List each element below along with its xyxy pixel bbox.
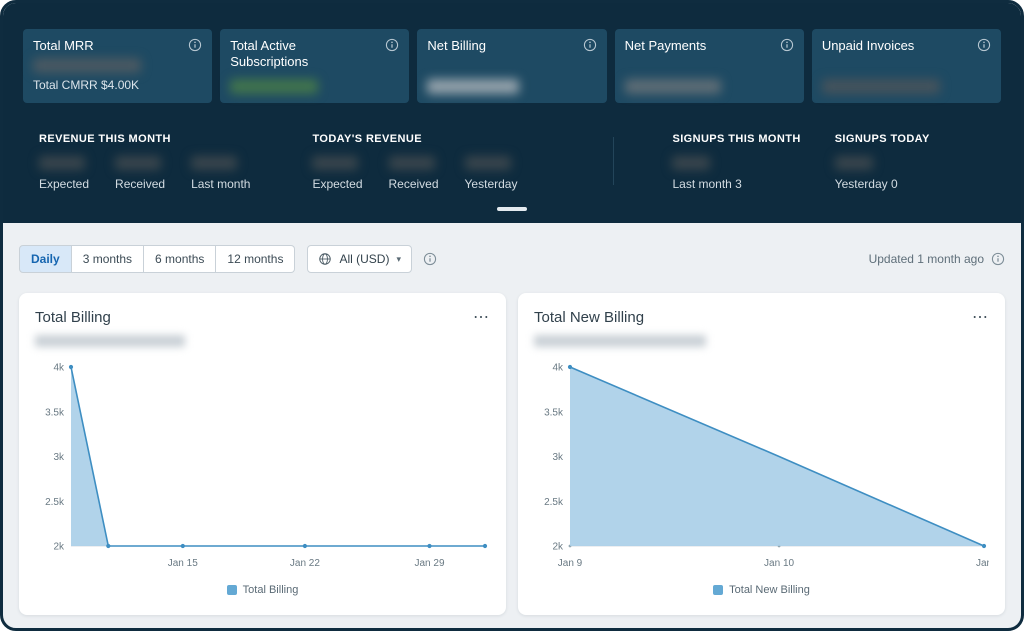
redacted-value [822,79,940,94]
redacted-value [625,79,721,94]
stat-item: Yesterday [465,156,518,191]
main-section: Daily 3 months 6 months 12 months All (U… [3,223,1021,631]
svg-text:3k: 3k [552,452,564,463]
svg-text:Jan 15: Jan 15 [168,558,198,569]
period-12-months-button[interactable]: 12 months [216,245,295,273]
currency-filter-label: All (USD) [339,252,389,266]
redacted-value [672,156,710,170]
currency-icon [318,252,332,266]
redacted-subtitle [534,335,706,347]
card-menu-button[interactable]: ⋯ [972,310,989,326]
total-billing-chart: 2k 2.5k 3k 3.5k 4k Jan 15 Jan 22 Jan 29 [35,357,490,582]
header-stats-row: REVENUE THIS MONTH Expected Received Las… [23,133,1001,191]
stat-item: Received [115,156,165,191]
svg-text:Jan: Jan [976,558,989,569]
dashboard: Total MRR Total CMRR $4.00K Total Active… [0,0,1024,631]
stat-group-signups-this-month: SIGNUPS THIS MONTH Last month 3 [672,133,800,191]
stat-item: Received [389,156,439,191]
kpi-card-net-payments: Net Payments [615,29,804,103]
svg-text:2k: 2k [53,542,65,553]
info-icon[interactable] [991,252,1005,266]
stat-item: Last month [191,156,250,191]
chart-toolbar: Daily 3 months 6 months 12 months All (U… [19,245,1005,273]
total-billing-card: Total Billing ⋯ 2k 2.5k 3k 3.5k 4k Jan 15 Jan … [19,293,506,615]
stat-group-todays-revenue: TODAY'S REVENUE Expected Received Yester… [312,133,517,191]
total-new-billing-chart: 2k 2.5k 3k 3.5k 4k Jan 9 Jan 10 Jan [534,357,989,582]
currency-filter-dropdown[interactable]: All (USD) ▾ [307,245,412,273]
stat-item: Expected [39,156,89,191]
svg-text:Jan 22: Jan 22 [290,558,320,569]
period-daily-button[interactable]: Daily [19,245,72,273]
legend-label: Total Billing [243,584,299,596]
collapse-handle[interactable] [497,207,527,211]
svg-text:Jan 9: Jan 9 [558,558,583,569]
vertical-divider [613,137,614,185]
redacted-value [115,156,161,170]
info-icon[interactable] [977,38,991,52]
legend-swatch [713,585,723,595]
redacted-value [33,58,141,73]
charts-row: Total Billing ⋯ 2k 2.5k 3k 3.5k 4k Jan 15 Jan … [19,293,1005,615]
svg-text:3.5k: 3.5k [544,407,564,418]
redacted-value [191,156,237,170]
chart-legend: Total New Billing [534,584,989,596]
kpi-card-unpaid-invoices: Unpaid Invoices [812,29,1001,103]
legend-label: Total New Billing [729,584,810,596]
redacted-value [835,156,873,170]
kpi-card-active-subscriptions: Total Active Subscriptions [220,29,409,103]
kpi-card-total-mrr: Total MRR Total CMRR $4.00K [23,29,212,103]
svg-text:2.5k: 2.5k [544,497,564,508]
info-icon[interactable] [188,38,202,52]
svg-text:4k: 4k [552,363,564,374]
kpi-title: Net Payments [625,38,707,54]
total-new-billing-card: Total New Billing ⋯ 2k 2.5k 3k 3.5k 4k Jan 9 J… [518,293,1005,615]
redacted-value [427,79,519,94]
period-segmented-control: Daily 3 months 6 months 12 months [19,245,295,273]
kpi-cards-row: Total MRR Total CMRR $4.00K Total Active… [23,29,1001,103]
kpi-title: Unpaid Invoices [822,38,915,54]
card-menu-button[interactable]: ⋯ [473,310,490,326]
redacted-value [389,156,435,170]
redacted-subtitle [35,335,185,347]
kpi-title: Net Billing [427,38,486,54]
info-icon[interactable] [385,38,399,52]
svg-text:3k: 3k [53,452,65,463]
redacted-value [230,79,318,94]
svg-text:3.5k: 3.5k [45,407,65,418]
redacted-value [312,156,358,170]
chart-legend: Total Billing [35,584,490,596]
period-3-months-button[interactable]: 3 months [72,245,144,273]
stat-item: Last month 3 [672,156,741,191]
svg-text:2k: 2k [552,542,564,553]
updated-text: Updated 1 month ago [869,252,984,266]
stat-item: Expected [312,156,362,191]
info-icon[interactable] [583,38,597,52]
group-label: TODAY'S REVENUE [312,133,517,145]
period-6-months-button[interactable]: 6 months [144,245,216,273]
svg-text:2.5k: 2.5k [45,497,65,508]
kpi-title: Total MRR [33,38,94,54]
stat-group-signups-today: SIGNUPS TODAY Yesterday 0 [835,133,930,191]
chevron-down-icon: ▾ [396,254,401,265]
kpi-title: Total Active Subscriptions [230,38,352,71]
kpi-card-net-billing: Net Billing [417,29,606,103]
stat-group-revenue-this-month: REVENUE THIS MONTH Expected Received Las… [39,133,250,191]
group-label: SIGNUPS THIS MONTH [672,133,800,145]
stat-item: Yesterday 0 [835,156,898,191]
info-icon[interactable] [780,38,794,52]
group-label: SIGNUPS TODAY [835,133,930,145]
svg-text:Jan 10: Jan 10 [764,558,794,569]
svg-text:4k: 4k [53,363,65,374]
header-section: Total MRR Total CMRR $4.00K Total Active… [3,3,1021,223]
svg-text:Jan 29: Jan 29 [415,558,445,569]
kpi-footnote: Total CMRR $4.00K [33,78,202,92]
info-icon[interactable] [423,252,437,266]
redacted-value [465,156,511,170]
legend-swatch [227,585,237,595]
chart-title: Total New Billing [534,309,644,326]
updated-status: Updated 1 month ago [869,252,1005,266]
redacted-value [39,156,85,170]
chart-title: Total Billing [35,309,111,326]
group-label: REVENUE THIS MONTH [39,133,250,145]
